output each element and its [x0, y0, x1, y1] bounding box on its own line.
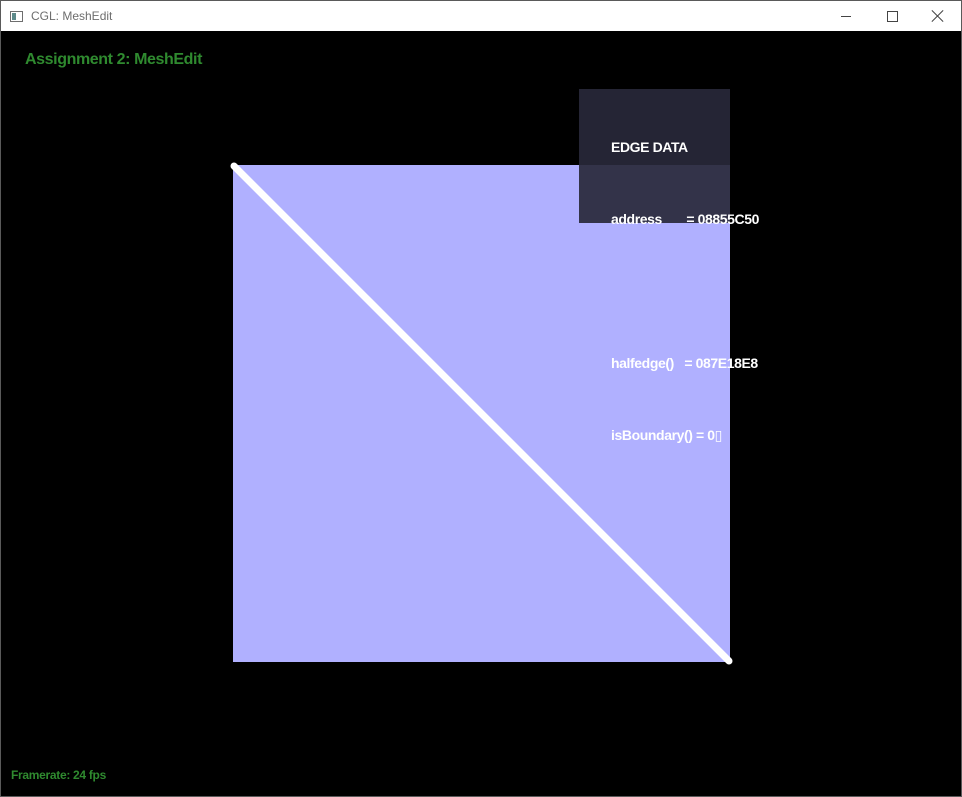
- title-bar[interactable]: CGL: MeshEdit: [1, 1, 961, 31]
- minimize-icon: [841, 15, 851, 17]
- maximize-icon: [886, 10, 898, 22]
- app-window-icon: [10, 10, 23, 22]
- app-window: CGL: MeshEdit Assignment 2: MeshEdit EDG…: [0, 0, 962, 797]
- close-icon: [932, 10, 944, 22]
- close-button[interactable]: [915, 1, 961, 31]
- window-title: CGL: MeshEdit: [31, 9, 113, 23]
- mesh-vertex[interactable]: [232, 164, 236, 168]
- assignment-heading: Assignment 2: MeshEdit: [25, 51, 203, 68]
- edge-data-header: EDGE DATA: [611, 139, 688, 155]
- mesh-vertex[interactable]: [727, 659, 731, 663]
- viewport-canvas[interactable]: Assignment 2: MeshEdit EDGE DATA address…: [1, 31, 961, 796]
- edge-halfedge: halfedge() = 087E18E8: [611, 355, 758, 371]
- maximize-button[interactable]: [869, 1, 915, 31]
- edge-is-boundary: isBoundary() = 0▯: [611, 427, 722, 443]
- framerate-readout: Framerate: 24 fps: [11, 768, 106, 782]
- edge-address: address = 08855C50: [611, 211, 760, 227]
- minimize-button[interactable]: [823, 1, 869, 31]
- edge-info-text: EDGE DATA address = 08855C50 halfedge() …: [611, 87, 759, 495]
